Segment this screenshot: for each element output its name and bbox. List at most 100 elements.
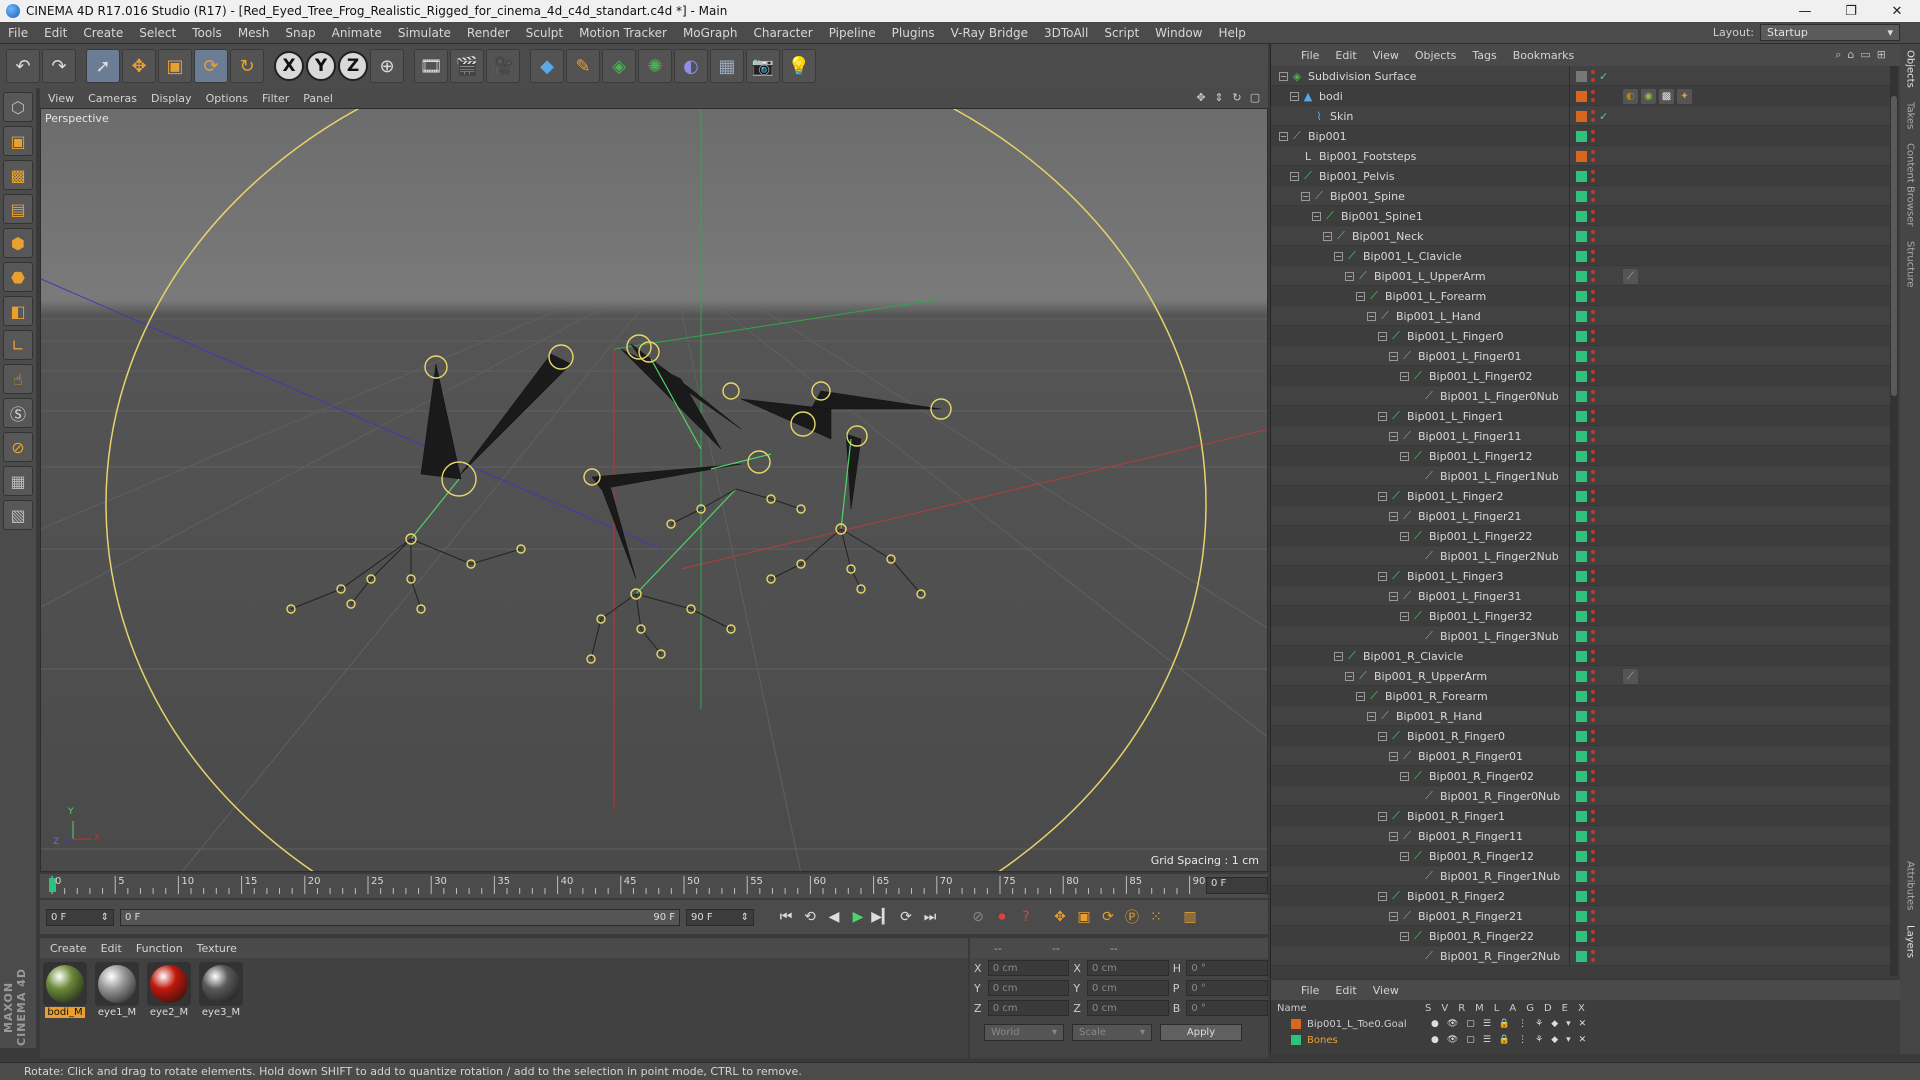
texture-tag-icon[interactable]: ◉ <box>1641 88 1656 104</box>
visibility-dots-icon[interactable] <box>1591 610 1595 622</box>
visibility-dots-icon[interactable] <box>1591 90 1595 102</box>
next-frame-icon[interactable]: ▶▎ <box>870 905 894 929</box>
visibility-dots-icon[interactable] <box>1591 650 1595 662</box>
viewport-menu-cameras[interactable]: Cameras <box>88 92 137 105</box>
object-row[interactable]: ⟋ Bip001_R_Finger0Nub <box>1271 786 1891 806</box>
visibility-dots-icon[interactable] <box>1591 350 1595 362</box>
ik-tag-icon[interactable]: ⟋ <box>1623 668 1638 684</box>
next-key-icon[interactable]: ⟳ <box>894 905 918 929</box>
layer-color-chip[interactable] <box>1576 70 1587 82</box>
rotation-h-field[interactable]: 0 ° <box>1186 960 1269 976</box>
end-frame-field[interactable]: 90 F ⇕ <box>686 908 754 926</box>
menu-3dtoall[interactable]: 3DToAll <box>1036 26 1096 40</box>
menu-window[interactable]: Window <box>1147 26 1210 40</box>
layer-color-chip[interactable] <box>1576 950 1587 962</box>
layer-color-chip[interactable] <box>1576 870 1587 882</box>
current-frame-field[interactable]: 0 F <box>1206 877 1268 894</box>
menu-render[interactable]: Render <box>459 26 518 40</box>
cube-primitive-icon[interactable]: ◆ <box>530 49 564 83</box>
render-picture-viewer-icon[interactable]: 🎬 <box>450 49 484 83</box>
object-row[interactable]: − ⟋ Bip001_R_Finger12 <box>1271 846 1891 866</box>
expand-toggle-icon[interactable]: − <box>1378 331 1387 341</box>
subdivision-surface-icon[interactable]: ◈ <box>602 49 636 83</box>
visibility-dots-icon[interactable] <box>1591 450 1595 462</box>
layers-menu-edit[interactable]: Edit <box>1335 984 1356 997</box>
menu-file[interactable]: File <box>0 26 36 40</box>
layer-flag-header[interactable]: L <box>1494 1003 1500 1014</box>
objects-menu-objects[interactable]: Objects <box>1415 49 1457 62</box>
visibility-dots-icon[interactable] <box>1591 670 1595 682</box>
expand-toggle-icon[interactable]: − <box>1378 491 1387 501</box>
recent-tool-icon[interactable]: ↻ <box>230 49 264 83</box>
expression-flag-icon[interactable]: ▾ <box>1566 1019 1571 1029</box>
layer-color-chip[interactable] <box>1576 590 1587 602</box>
object-row[interactable]: − ⟋ Bip001_L_Finger1 <box>1271 406 1891 426</box>
visibility-dots-icon[interactable] <box>1591 730 1595 742</box>
layer-color-chip[interactable] <box>1576 370 1587 382</box>
object-row[interactable]: − ⟋ Bip001_L_Finger11 <box>1271 426 1891 446</box>
visibility-dots-icon[interactable] <box>1591 130 1595 142</box>
expand-toggle-icon[interactable]: − <box>1312 211 1321 221</box>
position-x-field[interactable]: 0 cm <box>987 960 1070 976</box>
object-row[interactable]: − ⟋ Bip001_R_Hand <box>1271 706 1891 726</box>
keyframe-selection-icon[interactable]: ? <box>1014 905 1038 929</box>
visibility-dots-icon[interactable] <box>1591 190 1595 202</box>
layer-color-chip[interactable] <box>1576 750 1587 762</box>
selection-tag-icon[interactable]: ✦ <box>1677 88 1692 104</box>
layer-color-chip[interactable] <box>1576 670 1587 682</box>
camera-icon[interactable]: 📷 <box>746 49 780 83</box>
layer-color-chip[interactable] <box>1576 850 1587 862</box>
visibility-dots-icon[interactable] <box>1591 170 1595 182</box>
visibility-dots-icon[interactable] <box>1591 510 1595 522</box>
model-mode-icon[interactable]: ▣ <box>3 126 33 156</box>
visibility-dots-icon[interactable] <box>1591 790 1595 802</box>
rotate-tool-icon[interactable]: ⟳ <box>194 49 228 83</box>
expand-toggle-icon[interactable]: − <box>1356 291 1365 301</box>
material-menu-edit[interactable]: Edit <box>101 942 122 955</box>
generator-flag-icon[interactable]: ⚘ <box>1535 1035 1543 1045</box>
scale-tool-icon[interactable]: ▣ <box>158 49 192 83</box>
move-tool-icon[interactable]: ✥ <box>122 49 156 83</box>
record-rotation-icon[interactable]: ⟳ <box>1096 905 1120 929</box>
material-swatch[interactable]: bodi_M <box>42 962 88 1054</box>
visibility-dots-icon[interactable] <box>1591 870 1595 882</box>
object-tree-scrollbar[interactable] <box>1890 66 1898 976</box>
manager-flag-icon[interactable]: ☰ <box>1483 1035 1491 1045</box>
visibility-dots-icon[interactable] <box>1591 690 1595 702</box>
visibility-dots-icon[interactable] <box>1591 150 1595 162</box>
size-z-field[interactable]: 0 cm <box>1087 1000 1169 1016</box>
light-icon[interactable]: 💡 <box>782 49 816 83</box>
layer-color-chip[interactable] <box>1576 330 1587 342</box>
object-row[interactable]: ⟋ Bip001_L_Finger1Nub <box>1271 466 1891 486</box>
rotate-view-icon[interactable]: ↻ <box>1230 90 1244 104</box>
preview-range-slider[interactable]: 0 F 90 F <box>120 908 680 926</box>
menu-character[interactable]: Character <box>745 26 820 40</box>
object-row[interactable]: ⟋ Bip001_L_Finger0Nub <box>1271 386 1891 406</box>
object-row[interactable]: − ⟋ Bip001_R_Clavicle <box>1271 646 1891 666</box>
layer-color-chip[interactable] <box>1576 890 1587 902</box>
layer-color-chip[interactable] <box>1576 530 1587 542</box>
layer-color-chip[interactable] <box>1576 770 1587 782</box>
object-row[interactable]: − ⟋ Bip001_R_Finger02 <box>1271 766 1891 786</box>
tab-structure[interactable]: Structure <box>1905 241 1916 288</box>
object-row[interactable]: − ⟋ Bip001_L_Finger01 <box>1271 346 1891 366</box>
tab-objects[interactable]: Objects <box>1905 50 1916 88</box>
edges-mode-icon[interactable]: ⬣ <box>3 262 33 292</box>
live-selection-icon[interactable]: ➚ <box>86 49 120 83</box>
apply-button[interactable]: Apply <box>1160 1024 1242 1041</box>
previous-frame-icon[interactable]: ◀ <box>822 905 846 929</box>
play-icon[interactable]: ▶ <box>846 905 870 929</box>
expand-toggle-icon[interactable]: − <box>1378 811 1387 821</box>
deformer-icon[interactable]: ◐ <box>674 49 708 83</box>
solo-flag-icon[interactable]: ● <box>1431 1035 1439 1045</box>
layer-color-chip[interactable] <box>1576 390 1587 402</box>
layer-color-chip[interactable] <box>1576 350 1587 362</box>
layer-color-chip[interactable] <box>1576 510 1587 522</box>
texture-mode-icon[interactable]: ▩ <box>3 160 33 190</box>
layer-color-chip[interactable] <box>1576 110 1587 122</box>
tab-takes[interactable]: Takes <box>1905 102 1916 129</box>
layer-color-chip[interactable] <box>1576 650 1587 662</box>
layer-flag-header[interactable]: G <box>1526 1003 1534 1014</box>
planar-workplane-icon[interactable]: ▧ <box>3 500 33 530</box>
layer-color-chip[interactable] <box>1576 830 1587 842</box>
